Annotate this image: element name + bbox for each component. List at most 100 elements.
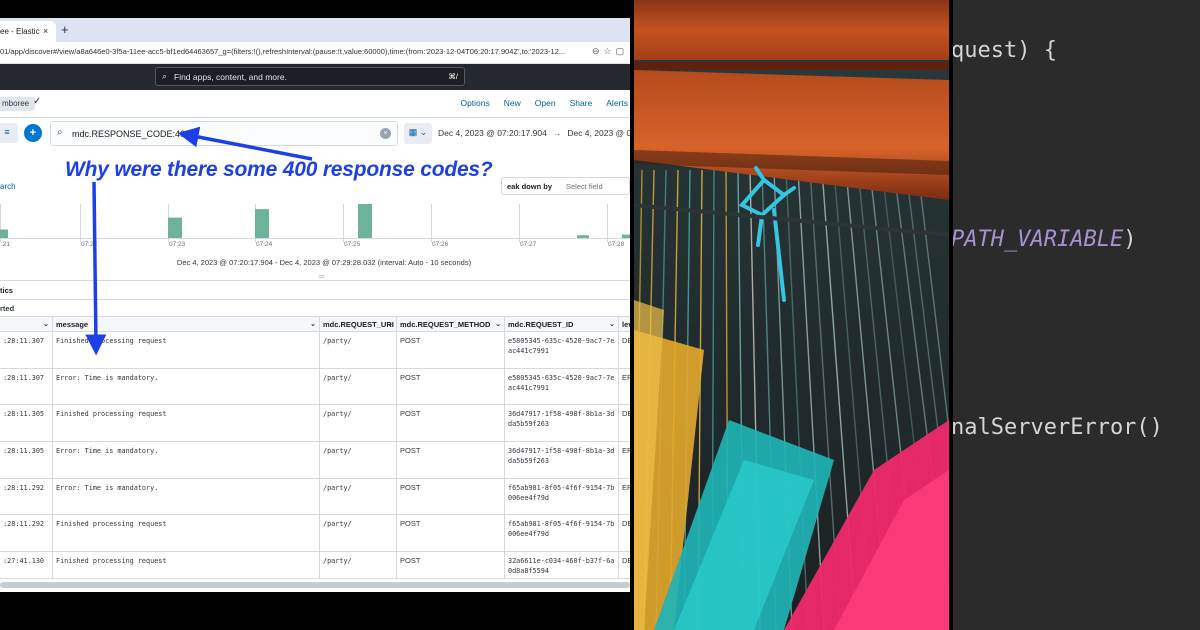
address-bar[interactable]: 01/app/discover#/view/a8a646e0-3f5a-11ee… <box>0 42 630 64</box>
x-tick-label: 07:27 <box>520 241 537 248</box>
table-row[interactable]: :28:11.307 Error: Time is mandatory. /pa… <box>0 367 630 406</box>
cell-request-uri: /party/ <box>319 367 397 406</box>
address-bar-icons[interactable]: ⊖☆▢ <box>592 46 628 57</box>
alerts-link[interactable]: Alerts <box>606 98 628 108</box>
cell-message: Error: Time is mandatory. <box>52 477 320 516</box>
search-icon: ⌕ <box>57 127 63 138</box>
histogram-bar <box>168 217 182 238</box>
close-tab-icon[interactable]: × <box>43 26 48 36</box>
column-header-request-uri[interactable]: mdc.REQUEST_URI ⌄ <box>319 316 397 332</box>
horizontal-scrollbar[interactable] <box>0 578 630 592</box>
cell-timestamp: :28:11.307 <box>0 331 53 369</box>
cell-level: DE <box>618 514 630 553</box>
x-tick-label: :21 <box>1 241 10 248</box>
table-row[interactable]: :28:11.307 Finished processing request /… <box>0 331 630 369</box>
browser-tab-bar: ee - Elastic × + <box>0 18 630 42</box>
kql-query-input[interactable]: ⌕ mdc.RESPONSE_CODE:400 × <box>50 121 398 146</box>
chevron-down-icon[interactable]: ⌄ <box>310 320 316 328</box>
code-line-2: PATH_VARIABLE) <box>953 227 1136 252</box>
code-editor-panel: quest) { PATH_VARIABLE) nalServerError() <box>953 0 1200 630</box>
breakdown-selector[interactable]: eak down by Select field <box>501 177 630 195</box>
cell-timestamp: :28:11.305 <box>0 441 53 479</box>
code-token-path-variable: PATH_VARIABLE <box>953 227 1124 252</box>
chevron-down-icon[interactable]: ⌄ <box>495 320 501 328</box>
column-header-request-method[interactable]: mdc.REQUEST_METHOD ⌄ <box>396 316 505 332</box>
histogram-chart[interactable]: :21 07:22 07:23 07:24 07:25 07:26 07:27 07:28 <box>0 200 630 258</box>
cell-message: Finished processing request <box>52 331 320 369</box>
panel-tabs-row: tics <box>0 280 630 300</box>
column-header-request-id[interactable]: mdc.REQUEST_ID ⌄ <box>504 316 619 332</box>
global-search-placeholder: Find apps, content, and more. <box>174 72 287 82</box>
date-start[interactable]: Dec 4, 2023 @ 07:20:17.904 <box>438 128 547 138</box>
table-row[interactable]: :28:11.305 Error: Time is mandatory. /pa… <box>0 441 630 479</box>
cell-request-uri: /party/ <box>319 331 397 369</box>
cell-level: ER <box>618 477 630 516</box>
cell-request-uri: /party/ <box>319 514 397 553</box>
new-link[interactable]: New <box>504 98 521 108</box>
cell-request-method: POST <box>396 367 505 406</box>
table-row[interactable]: :28:11.305 Finished processing request /… <box>0 404 630 443</box>
cell-level: DE <box>618 331 630 369</box>
url-text[interactable]: 01/app/discover#/view/a8a646e0-3f5a-11ee… <box>0 47 588 56</box>
cell-request-id: e5805345-635c-4520-9ac7-7eac441c7991 <box>504 331 619 369</box>
check-icon: ✓ <box>33 96 42 107</box>
cell-message: Error: Time is mandatory. <box>52 367 320 406</box>
new-tab-icon[interactable]: + <box>61 22 69 37</box>
loom-photo <box>634 0 949 630</box>
space-badge[interactable]: mboree <box>0 97 36 111</box>
table-row[interactable]: :28:11.292 Error: Time is mandatory. /pa… <box>0 477 630 516</box>
column-header-level[interactable]: lev <box>618 316 630 332</box>
filter-menu-button[interactable]: ≡ <box>0 123 18 143</box>
query-bar: ≡ + ⌕ mdc.RESPONSE_CODE:400 × ▦ ⌄ Dec 4,… <box>0 118 630 150</box>
chevron-down-icon[interactable]: ⌄ <box>387 320 393 328</box>
cell-request-uri: /party/ <box>319 404 397 443</box>
histogram-bar <box>358 204 372 238</box>
x-tick-label: 07:24 <box>256 241 273 248</box>
date-end[interactable]: Dec 4, 2023 @ 07:2 <box>567 128 630 138</box>
cell-request-id: 36d47917-1f58-498f-8b1a-3dda5b59f263 <box>504 404 619 443</box>
cell-request-method: POST <box>396 514 505 553</box>
add-filter-button[interactable]: + <box>24 124 42 142</box>
cell-request-id: f65ab981-8f05-4f6f-9154-7b006ee4f79d <box>504 514 619 553</box>
table-header-row: ⌄ message ⌄ mdc.REQUEST_URI ⌄ mdc.REQUEST_… <box>0 316 630 332</box>
discover-toolbar: mboree ✓ Options New Open Share Alerts <box>0 90 630 118</box>
chevron-down-icon[interactable]: ⌄ <box>609 320 615 328</box>
cell-level: DE <box>618 404 630 443</box>
open-link[interactable]: Open <box>535 98 556 108</box>
statistics-tab[interactable]: tics <box>0 286 13 295</box>
cell-level: ER <box>618 367 630 406</box>
x-tick-label: 07:22 <box>81 241 98 248</box>
query-text[interactable]: mdc.RESPONSE_CODE:400 <box>72 129 190 139</box>
histogram-bar <box>255 209 269 238</box>
search-icon: ⌕ <box>162 71 168 81</box>
clear-query-icon[interactable]: × <box>380 128 391 139</box>
documents-table: ⌄ message ⌄ mdc.REQUEST_URI ⌄ mdc.REQUEST_… <box>0 316 630 589</box>
cell-request-method: POST <box>396 331 505 369</box>
global-search-input[interactable]: ⌕ Find apps, content, and more. ⌘/ <box>155 67 465 86</box>
x-tick-label: 07:26 <box>432 241 449 248</box>
cell-message: Finished processing request <box>52 514 320 553</box>
cell-request-uri: /party/ <box>319 441 397 479</box>
search-link[interactable]: arch <box>0 182 16 191</box>
cell-timestamp: :28:11.307 <box>0 367 53 406</box>
table-row[interactable]: :28:11.292 Finished processing request /… <box>0 514 630 553</box>
options-link[interactable]: Options <box>460 98 489 108</box>
column-header-message[interactable]: message ⌄ <box>52 316 320 332</box>
column-header-timestamp[interactable]: ⌄ <box>0 316 53 332</box>
scrollbar-thumb[interactable] <box>0 582 630 588</box>
calendar-icon[interactable]: ▦ ⌄ <box>404 123 432 144</box>
cell-timestamp: :28:11.292 <box>0 514 53 553</box>
histogram-bar <box>0 229 8 238</box>
chevron-down-icon[interactable]: ⌄ <box>43 320 49 328</box>
loom-image <box>634 0 949 630</box>
date-range-picker[interactable]: Dec 4, 2023 @ 07:20:17.904 → Dec 4, 2023 @… <box>438 128 630 138</box>
screenshot-panel: ee - Elastic × + 01/app/discover#/view/a… <box>0 0 630 630</box>
breakdown-select[interactable]: Select field <box>566 182 603 191</box>
browser-tab[interactable]: ee - Elastic × <box>0 21 56 42</box>
breakdown-label: eak down by <box>507 182 553 191</box>
cell-request-id: f65ab981-8f05-4f6f-9154-7b006ee4f79d <box>504 477 619 516</box>
share-link[interactable]: Share <box>570 98 593 108</box>
cell-message: Error: Time is mandatory. <box>52 441 320 479</box>
cell-request-method: POST <box>396 404 505 443</box>
sort-label[interactable]: rted <box>0 304 14 313</box>
